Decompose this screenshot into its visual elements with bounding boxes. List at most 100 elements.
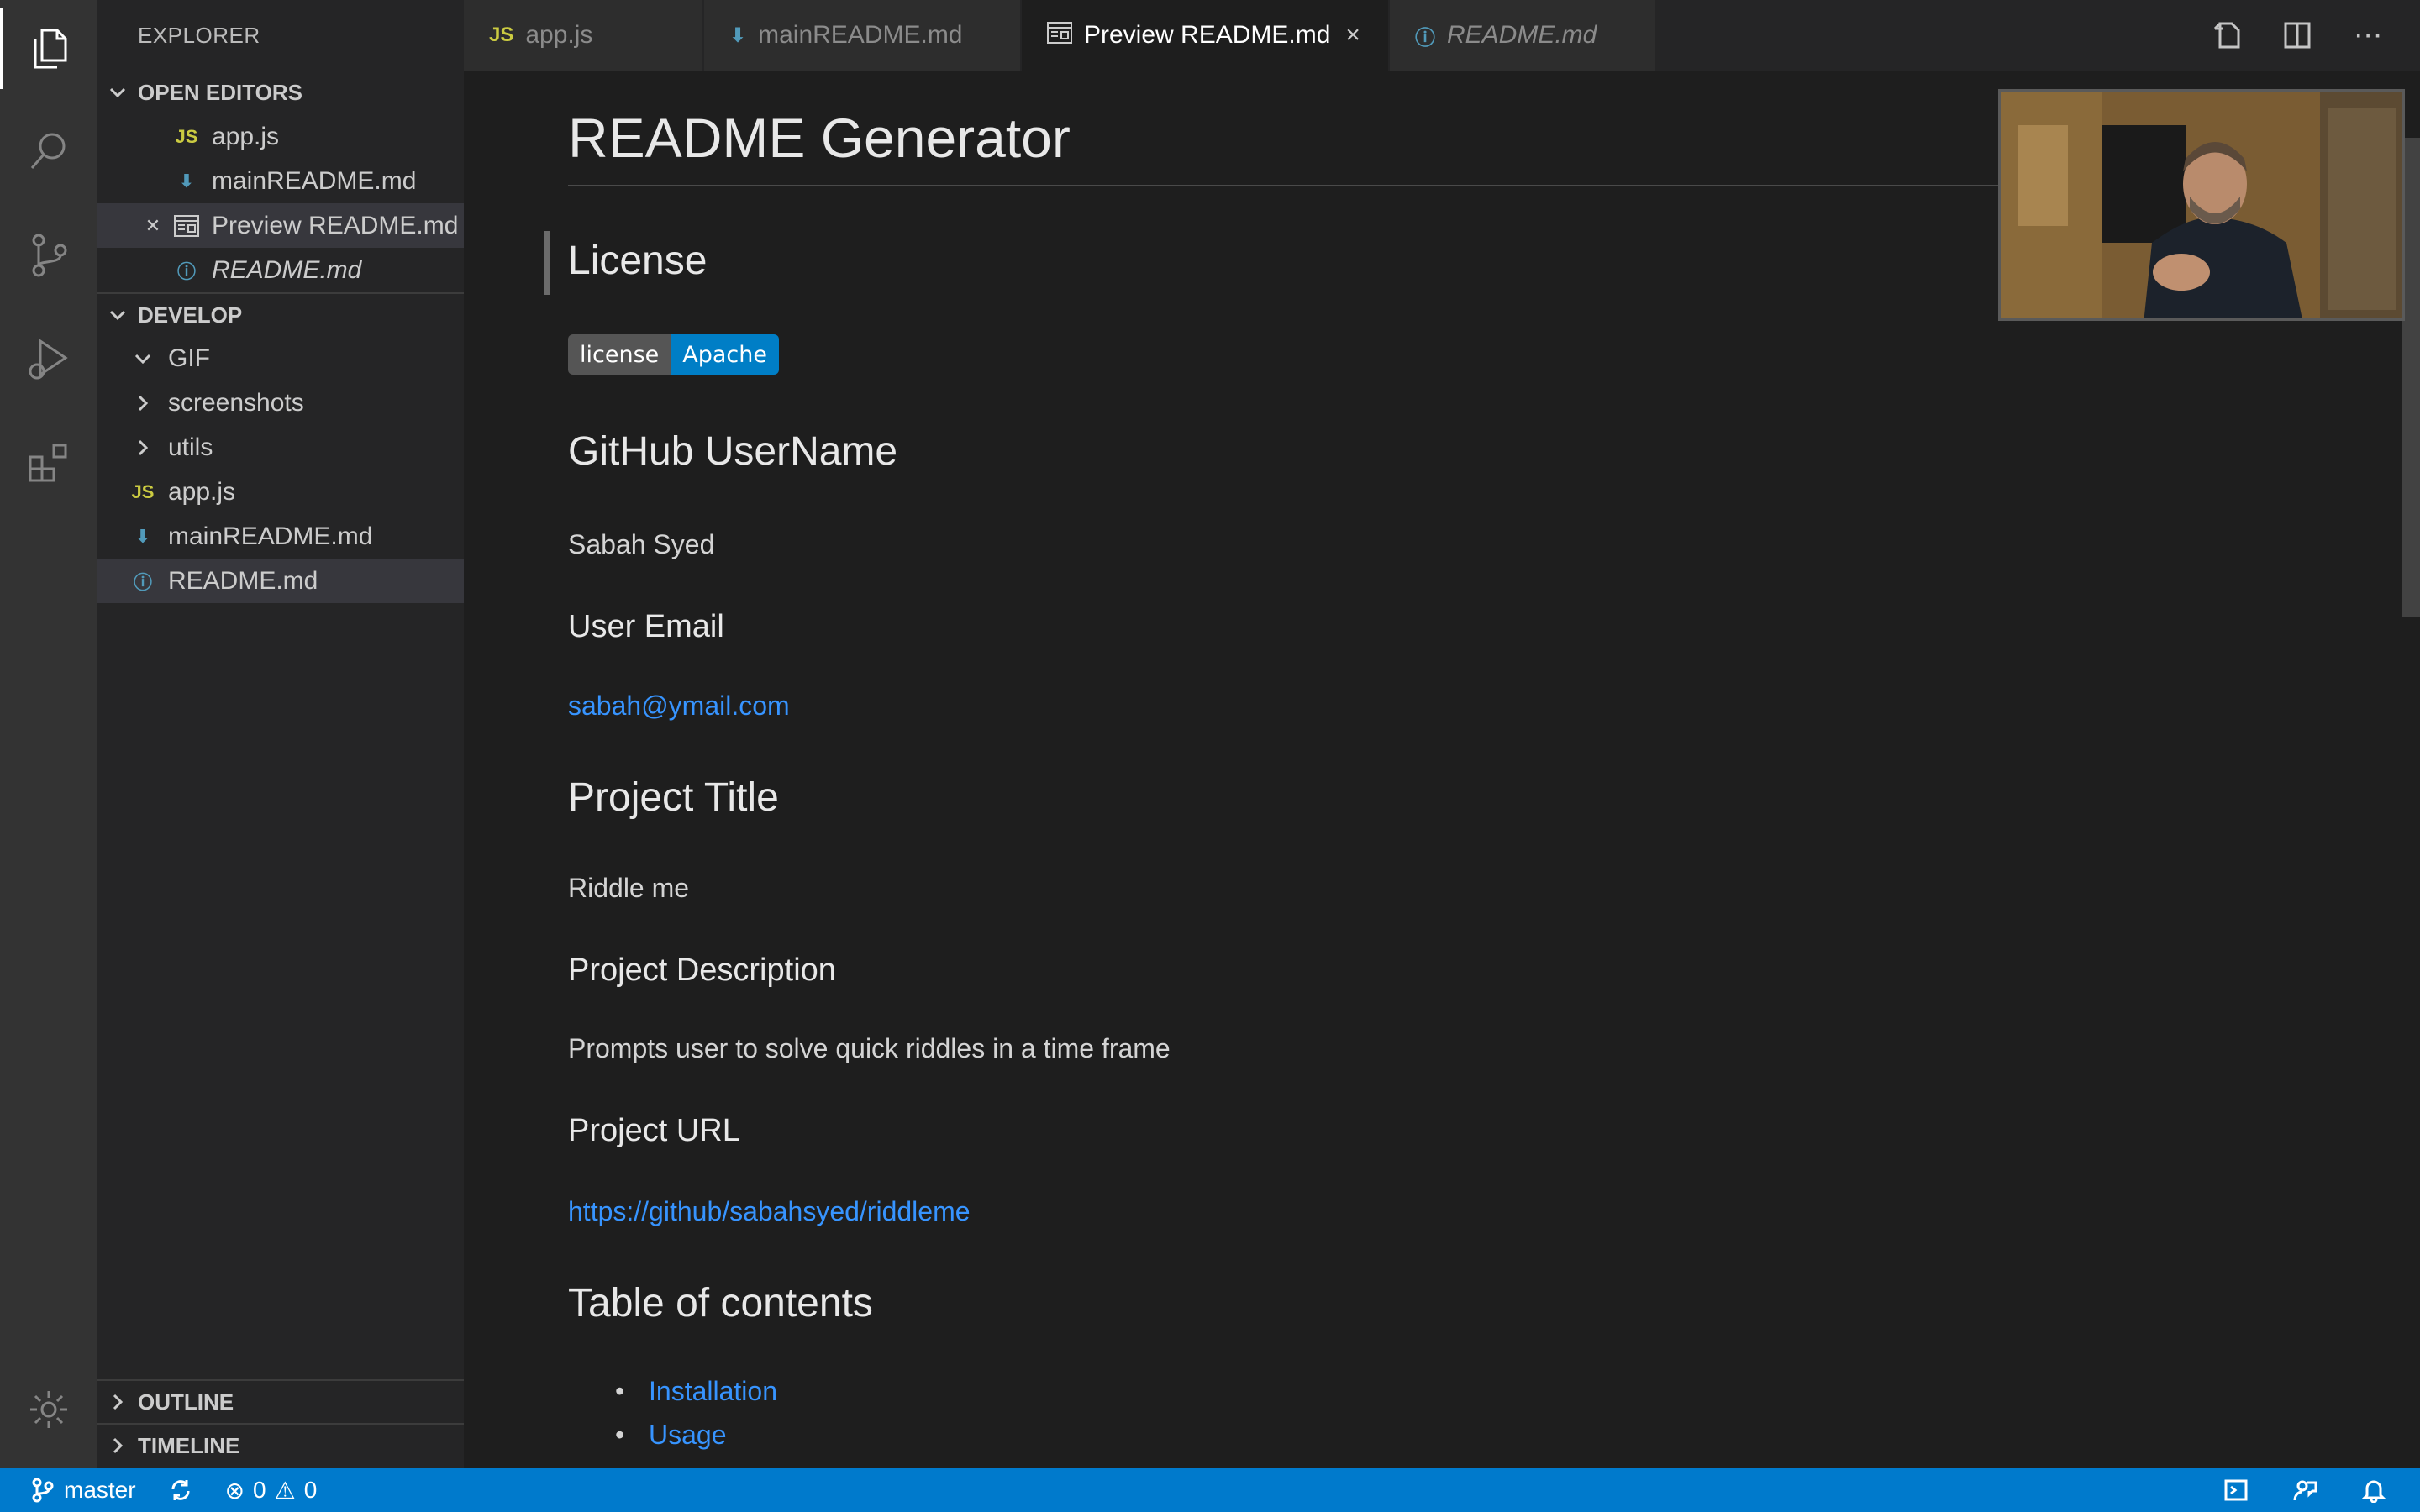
close-icon[interactable]: ✕	[138, 215, 168, 237]
search-icon[interactable]	[0, 111, 97, 192]
file-label: mainREADME.md	[168, 522, 373, 550]
file-label: README.md	[168, 566, 318, 595]
warning-count: 0	[303, 1477, 318, 1503]
project-url-link[interactable]: https://github/sabahsyed/riddleme	[568, 1196, 971, 1227]
chevron-right-icon	[128, 393, 158, 413]
open-editor-label: app.js	[212, 122, 280, 150]
source-control-icon[interactable]	[0, 215, 97, 296]
develop-folder-header[interactable]: DEVELOP	[97, 292, 464, 336]
selection-indicator	[544, 231, 550, 295]
project-title-value: Riddle me	[568, 873, 690, 903]
problems-indicator[interactable]: ⊗ 0 ⚠ 0	[225, 1477, 318, 1504]
sync-icon	[171, 1480, 190, 1500]
open-editor-label: Preview README.md	[212, 211, 459, 239]
info-icon: ⓘ	[176, 260, 196, 282]
open-editor-preview-readme[interactable]: ✕ Preview README.md	[97, 203, 464, 248]
bell-icon	[2361, 1480, 2386, 1503]
folder-gif[interactable]: GIF	[97, 336, 464, 381]
branch-indicator[interactable]: master	[30, 1477, 136, 1504]
tab-app-js[interactable]: JS app.js	[464, 0, 704, 71]
warning-icon: ⚠	[274, 1477, 296, 1504]
chevron-down-icon	[97, 82, 138, 102]
github-value: Sabah Syed	[568, 529, 715, 559]
feedback-button[interactable]	[2292, 1478, 2317, 1503]
error-icon: ⊗	[224, 1477, 245, 1504]
notifications-button[interactable]	[2361, 1478, 2386, 1503]
folder-label: screenshots	[168, 388, 304, 417]
info-icon: ⓘ	[133, 571, 152, 593]
badge-label: license	[568, 334, 671, 375]
tab-preview-readme[interactable]: Preview README.md ×	[1022, 0, 1390, 71]
open-editors-header[interactable]: OPEN EDITORS	[97, 71, 464, 114]
sidebar-title: EXPLORER	[138, 22, 260, 48]
tab-label: Preview README.md	[1084, 21, 1331, 49]
description-value: Prompts user to solve quick riddles in a…	[568, 1033, 1171, 1063]
markdown-icon: ⬇	[729, 24, 747, 47]
explorer-icon[interactable]	[0, 8, 97, 89]
toc-item-usage[interactable]: Usage	[649, 1420, 727, 1451]
timeline-header[interactable]: TIMELINE	[97, 1423, 464, 1467]
run-debug-icon[interactable]	[0, 319, 97, 400]
file-mainreadme[interactable]: ⬇ mainREADME.md	[97, 514, 464, 559]
branch-name: master	[64, 1477, 136, 1503]
toc-heading: Table of contents	[568, 1281, 873, 1326]
editor-tab-bar: JS app.js ⬇ mainREADME.md Preview README…	[464, 0, 2420, 71]
tab-label: mainREADME.md	[758, 21, 963, 49]
project-title-heading: Project Title	[568, 775, 779, 820]
terminal-button[interactable]	[2223, 1478, 2249, 1503]
markdown-icon: ⬇	[178, 170, 195, 192]
url-heading: Project URL	[568, 1113, 740, 1148]
preview-icon	[171, 214, 202, 237]
more-actions-icon[interactable]: ⋯	[2349, 17, 2386, 54]
chevron-right-icon	[97, 1392, 138, 1412]
sync-button[interactable]	[168, 1478, 193, 1503]
git-branch-icon	[32, 1478, 54, 1503]
tab-label: app.js	[525, 21, 593, 49]
badge-value: Apache	[671, 334, 779, 375]
tab-readme[interactable]: ⓘ README.md	[1390, 0, 1657, 71]
open-editor-readme[interactable]: ⓘ README.md	[97, 248, 464, 292]
open-editor-label: README.md	[212, 255, 362, 284]
outline-header[interactable]: OUTLINE	[97, 1379, 464, 1423]
open-editors-label: OPEN EDITORS	[138, 79, 303, 105]
folder-screenshots[interactable]: screenshots	[97, 381, 464, 425]
folder-utils[interactable]: utils	[97, 425, 464, 470]
chevron-right-icon	[128, 438, 158, 458]
settings-gear-icon[interactable]	[0, 1369, 97, 1450]
extensions-icon[interactable]	[0, 423, 97, 504]
outline-label: OUTLINE	[138, 1389, 234, 1415]
preview-content: README Generator License license Apache …	[568, 71, 2249, 1450]
open-editor-label: mainREADME.md	[212, 166, 417, 195]
feedback-icon	[2293, 1480, 2317, 1501]
license-badge[interactable]: license Apache	[568, 334, 779, 375]
email-link[interactable]: sabah@ymail.com	[568, 690, 790, 722]
js-file-icon: JS	[175, 125, 198, 147]
open-editor-app-js[interactable]: JS app.js	[97, 114, 464, 159]
email-heading: User Email	[568, 609, 724, 644]
js-file-icon: JS	[489, 24, 514, 46]
open-editor-mainreadme[interactable]: ⬇ mainREADME.md	[97, 159, 464, 203]
activity-bar	[0, 0, 97, 1468]
description-heading: Project Description	[568, 953, 836, 988]
chevron-down-icon	[97, 305, 138, 325]
tab-close-icon[interactable]: ×	[1345, 21, 1360, 50]
tab-mainreadme[interactable]: ⬇ mainREADME.md	[704, 0, 1022, 71]
chevron-down-icon	[128, 349, 158, 369]
folder-label: utils	[168, 433, 213, 461]
explorer-sidebar: EXPLORER OPEN EDITORS JS app.js ⬇ mainRE…	[97, 0, 464, 1468]
editor-actions: ⋯	[2208, 0, 2386, 71]
list-bullet: •	[615, 1376, 625, 1406]
file-readme[interactable]: ⓘ README.md	[97, 559, 464, 603]
info-icon: ⓘ	[1415, 26, 1435, 50]
file-app-js[interactable]: JS app.js	[97, 470, 464, 514]
develop-label: DEVELOP	[138, 302, 243, 328]
timeline-label: TIMELINE	[138, 1432, 240, 1458]
open-source-icon[interactable]	[2208, 17, 2245, 54]
license-heading: License	[568, 239, 708, 283]
js-file-icon: JS	[131, 480, 155, 502]
preview-icon	[1047, 21, 1072, 50]
file-label: app.js	[168, 477, 236, 506]
github-heading: GitHub UserName	[568, 429, 898, 474]
toc-item-installation[interactable]: Installation	[649, 1376, 777, 1407]
split-editor-icon[interactable]	[2279, 17, 2316, 54]
